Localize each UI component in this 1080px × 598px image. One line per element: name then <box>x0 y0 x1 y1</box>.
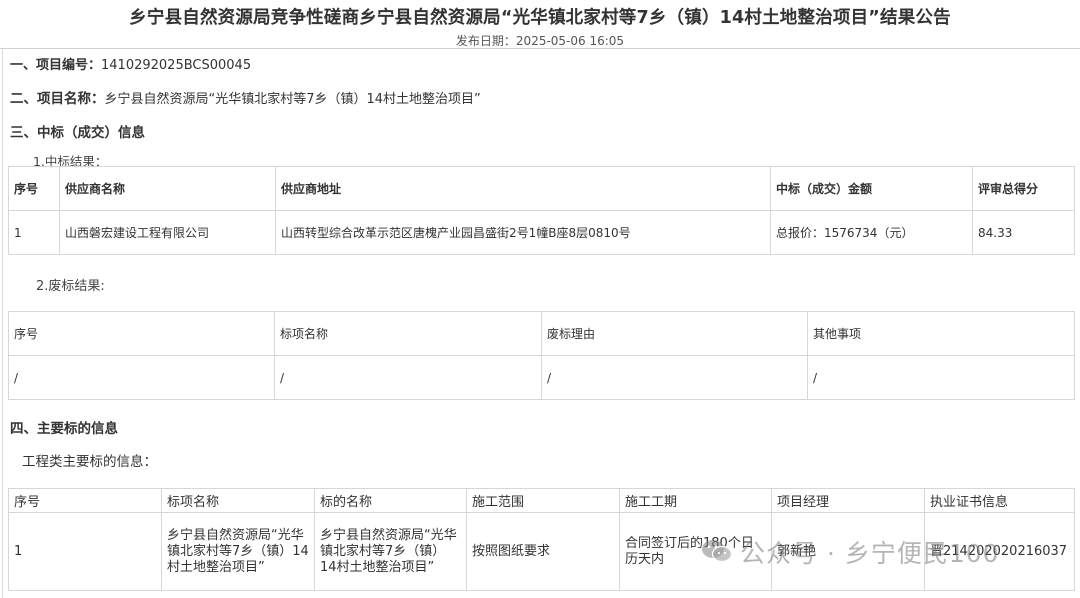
table-cell: 84.33 <box>972 210 1075 255</box>
table-cell: 1 <box>8 512 162 591</box>
header-cell: 标项名称 <box>274 311 542 356</box>
header-cell: 序号 <box>8 311 275 356</box>
watermark-text: 公众号 · 乡宁便民100 <box>740 539 1000 568</box>
project-name-row: 二、项目名称：乡宁县自然资源局“光华镇北家村等7乡（镇）14村土地整治项目” <box>10 87 481 107</box>
table-cell: / <box>274 355 542 400</box>
main-subject-label: 工程类主要标的信息： <box>22 454 157 470</box>
project-name-value: 乡宁县自然资源局“光华镇北家村等7乡（镇）14村土地整治项目” <box>104 92 481 107</box>
table-cell: 山西转型综合改革示范区唐槐产业园昌盛街2号1幢B座8层0810号 <box>275 210 771 255</box>
header-cell: 施工工期 <box>619 488 772 513</box>
header-cell: 序号 <box>8 166 60 211</box>
project-number-value: 1410292025BCS00045 <box>101 58 252 73</box>
table-cell: / <box>807 355 1075 400</box>
header-cell: 项目经理 <box>771 488 925 513</box>
table-cell: 山西磐宏建设工程有限公司 <box>59 210 276 255</box>
table-row: / / / / <box>8 355 1075 400</box>
table-header-row: 序号 标项名称 标的名称 施工范围 施工工期 项目经理 执业证书信息 <box>8 488 1075 513</box>
section3-heading: 三、中标（成交）信息 <box>10 125 145 141</box>
header-cell: 供应商名称 <box>59 166 276 211</box>
publish-date: 发布日期：2025-05-06 16:05 <box>455 34 625 48</box>
table-cell: / <box>541 355 808 400</box>
section4-heading: 四、主要标的信息 <box>10 421 118 437</box>
waste-result-table: 序号 标项名称 废标理由 其他事项 / / / / <box>8 311 1075 400</box>
table-cell: 乡宁县自然资源局“光华镇北家村等7乡（镇）14村土地整治项目” <box>314 512 467 591</box>
table-header-row: 序号 标项名称 废标理由 其他事项 <box>8 311 1075 356</box>
header-cell: 评审总得分 <box>972 166 1075 211</box>
waste-result-label: 2.废标结果: <box>36 279 105 294</box>
header-cell: 施工范围 <box>466 488 620 513</box>
header-cell: 标项名称 <box>161 488 315 513</box>
header-cell: 其他事项 <box>807 311 1075 356</box>
project-name-label: 二、项目名称： <box>10 91 105 107</box>
project-number-label: 一、项目编号： <box>10 58 102 73</box>
page-title: 乡宁县自然资源局竞争性磋商乡宁县自然资源局“光华镇北家村等7乡（镇）14村土地整… <box>129 8 951 28</box>
table-row: 1 山西磐宏建设工程有限公司 山西转型综合改革示范区唐槐产业园昌盛街2号1幢B座… <box>8 210 1075 255</box>
header-cell: 标的名称 <box>314 488 467 513</box>
table-cell: / <box>8 355 275 400</box>
header-cell: 中标（成交）金额 <box>770 166 973 211</box>
table-header-row: 序号 供应商名称 供应商地址 中标（成交）金额 评审总得分 <box>8 166 1075 211</box>
table-cell: 总报价：1576734（元） <box>770 210 973 255</box>
award-result-table: 序号 供应商名称 供应商地址 中标（成交）金额 评审总得分 1 山西磐宏建设工程… <box>8 166 1075 255</box>
header-cell: 执业证书信息 <box>924 488 1075 513</box>
left-border <box>2 48 3 598</box>
header-divider <box>0 48 1080 49</box>
table-cell: 按照图纸要求 <box>466 512 620 591</box>
table-cell: 1 <box>8 210 60 255</box>
header-cell: 序号 <box>8 488 162 513</box>
wechat-icon <box>702 540 733 563</box>
header-cell: 供应商地址 <box>275 166 771 211</box>
table-cell: 乡宁县自然资源局“光华镇北家村等7乡（镇）14村土地整治项目” <box>161 512 315 591</box>
project-number-row: 一、项目编号：1410292025BCS00045 <box>10 54 251 73</box>
header-cell: 废标理由 <box>541 311 808 356</box>
